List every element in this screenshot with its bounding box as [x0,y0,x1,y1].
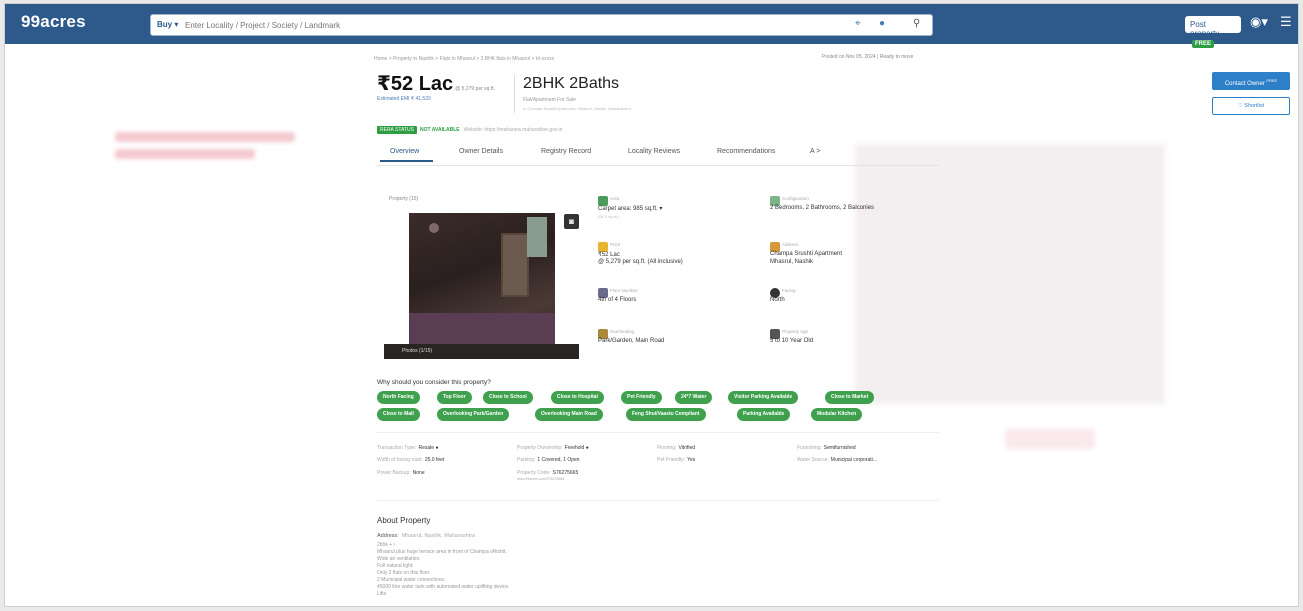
divider [377,500,939,501]
feature-chip[interactable]: Pet Friendly [621,391,662,404]
tab-registry-record[interactable]: Registry Record [541,148,591,155]
water-source: Water Source: Municipal corporati... [797,457,877,463]
ad-banner-left [115,132,295,142]
mic-icon[interactable]: ● [879,18,885,29]
photo-count-label: Property (15) [389,196,419,202]
feature-chip[interactable]: Close to Market [825,391,875,404]
listing-subtitle: Flat/Apartment For Sale [523,97,577,103]
tab-overview[interactable]: Overview [390,148,419,155]
ad-banner-left-2 [115,149,255,159]
section-tabs: Overview Owner Details Registry Record L… [377,144,939,166]
site-logo[interactable]: 99acres [21,12,86,32]
page: 99acres Buy ▾ ⌖ ● ⚲ Post propertyFREE ◉▾… [4,3,1299,607]
rera-badge: RERA STATUS [377,126,417,134]
road-width: Width of facing road: 25.0 feet [377,457,445,463]
search-input[interactable] [185,18,825,33]
feature-chip[interactable]: 24*7 Water [675,391,713,404]
listing-price: ₹52 Lac @ 5,279 per sq.ft. [377,73,496,95]
listing-location: in Champa Srushti Apartment, Mhasrul, Na… [523,106,631,111]
tab-more[interactable]: A > [810,148,820,155]
feature-chip[interactable]: Close to Mall [377,408,420,421]
feature-chip[interactable]: North Facing [377,391,420,404]
listing-title: 2BHK 2Baths [523,75,620,92]
posted-info: Posted on Nov 05, 2024 | Ready to move [822,54,914,60]
ad-banner-right-2 [1005,429,1095,449]
shortlist-button[interactable]: ♡ Shortlist [1212,97,1290,115]
photos-count: Photos (1/15) [402,348,433,354]
power-backup: Power Backup: None [377,470,425,476]
emi-link[interactable]: Estimated EMI ₹ 41,533 [377,96,431,102]
feature-chip[interactable]: Close to Hospital [551,391,604,404]
location-icon[interactable]: ⌖ [855,18,861,29]
why-heading: Why should you consider this property? [377,379,491,386]
flooring: Flooring: Vitrified [657,445,696,451]
search-icon[interactable]: ⚲ [913,18,920,29]
photo-gallery-bar[interactable]: Photos (1/15) [384,344,579,359]
rera-website[interactable]: Website: https://maharera.mahaonline.gov… [464,127,563,133]
pet-friendly: Pet Friendly: Yes [657,457,696,463]
parking-info: Parking: 1 Covered, 1 Open [517,457,580,463]
property-photo[interactable] [409,213,555,359]
feature-chip[interactable]: Feng Shui/Vaastu Compliant [626,408,706,421]
menu-icon[interactable]: ☰ [1280,14,1292,30]
feature-chip[interactable]: Overlooking Main Road [535,408,603,421]
contact-owner-button[interactable]: Contact Owner FREE [1212,72,1290,90]
tab-recommendations[interactable]: Recommendations [717,148,775,155]
feature-chip[interactable]: Parking Available [737,408,791,421]
property-code: Property Code: S76275665 www.99acres.com/S… [517,470,579,481]
divider [514,75,515,113]
about-address: Address: Mhasrul, Nashik, Maharashtra [377,533,476,539]
buy-dropdown[interactable]: Buy ▾ [157,20,178,29]
feature-chip[interactable]: Top Floor [437,391,472,404]
feature-chip[interactable]: Visitor Parking Available [728,391,799,404]
furnishing: Furnishing: Semifurnished [797,445,856,451]
about-heading: About Property [377,516,431,525]
rera-value: NOT AVAILABLE [420,127,460,133]
post-property-button[interactable]: Post propertyFREE [1185,16,1241,48]
tab-locality-reviews[interactable]: Locality Reviews [628,148,680,155]
property-ownership: Property Ownership: Freehold ● [517,445,589,451]
rera-status: RERA STATUS NOT AVAILABLE Website: https:/… [377,126,563,134]
feature-chip[interactable]: Close to School [483,391,533,404]
top-header: 99acres Buy ▾ ⌖ ● ⚲ Post propertyFREE ◉▾… [5,4,1298,48]
about-line: Lifts [377,591,387,597]
ad-banner-right [855,144,1165,404]
breadcrumb[interactable]: Home > Property in Nashik > Flats in Mha… [374,56,554,62]
transaction-type: Transaction Type: Resale ● [377,445,439,451]
search-bar: Buy ▾ ⌖ ● ⚲ [150,14,933,36]
feature-chip[interactable]: Overlooking Park/Garden [437,408,510,421]
camera-icon[interactable]: ◙ [564,214,579,229]
feature-chip[interactable]: Modular Kitchen [811,408,863,421]
tab-owner-details[interactable]: Owner Details [459,148,503,155]
active-tab-indicator [380,160,433,162]
divider [377,432,939,433]
profile-icon[interactable]: ◉▾ [1250,14,1268,30]
